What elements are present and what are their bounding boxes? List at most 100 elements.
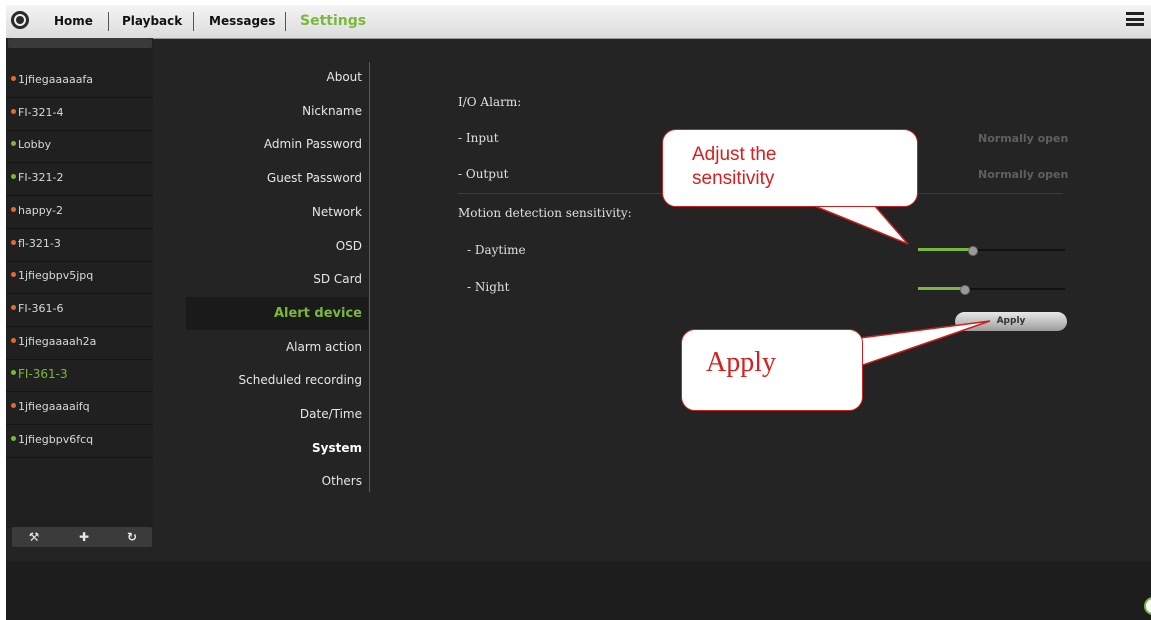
nav-separator xyxy=(108,12,109,31)
nav-settings[interactable]: Settings xyxy=(300,5,366,38)
settings-menu-label: Guest Password xyxy=(266,171,362,186)
night-label: - Night xyxy=(467,280,510,294)
device-name: 1jfiegaaaah2a xyxy=(18,334,97,348)
status-dot-icon xyxy=(11,141,16,147)
nav-separator xyxy=(285,12,286,31)
slider-handle[interactable] xyxy=(959,285,970,295)
status-dot-icon xyxy=(11,76,16,81)
settings-menu-label: Network xyxy=(311,204,362,219)
input-label: - Input xyxy=(458,131,499,145)
device-name: 1jfiegaaaaafa xyxy=(18,73,94,86)
nav-messages[interactable]: Messages xyxy=(209,5,275,38)
apply-callout: Apply xyxy=(681,329,863,411)
settings-menu-label: Others xyxy=(321,474,362,489)
status-dot-icon xyxy=(11,337,16,343)
device-name: 1jfiegaaaaifq xyxy=(18,400,90,413)
device-name: 1jfiegbpv6fcq xyxy=(18,432,94,446)
settings-menu-item[interactable]: Nickname xyxy=(186,95,362,128)
status-dot-icon xyxy=(11,206,16,212)
settings-menu-item[interactable]: Network xyxy=(186,196,362,229)
device-list-item[interactable]: FI-321-2 xyxy=(6,163,153,197)
input-value[interactable]: Normally open xyxy=(978,132,1068,145)
wrench-icon[interactable]: ⚒ xyxy=(26,529,42,545)
night-sensitivity-slider[interactable] xyxy=(918,284,1065,295)
device-name: Lobby xyxy=(18,138,52,152)
settings-menu-label: Alarm action xyxy=(285,339,362,354)
settings-menu-label: Scheduled recording xyxy=(238,373,362,388)
settings-menu-item[interactable]: System xyxy=(186,432,362,465)
device-name: FI-321-4 xyxy=(18,105,64,119)
nav-playback[interactable]: Playback xyxy=(122,5,182,38)
settings-menu-item[interactable]: Date/Time xyxy=(186,398,362,431)
status-dot-icon xyxy=(11,435,16,441)
status-dot-icon xyxy=(11,239,16,245)
daytime-sensitivity-slider[interactable] xyxy=(918,245,1065,256)
status-dot-icon xyxy=(11,304,16,310)
sensitivity-callout-line1: Adjust the xyxy=(692,144,777,165)
device-list-item[interactable]: 1jfiegbpv6fcq xyxy=(6,425,153,458)
device-list-item[interactable]: 1jfiegaaaaafa xyxy=(6,65,153,98)
settings-menu-label: Alert device xyxy=(273,305,362,321)
app-window: Home Playback Messages Settings 1jfiegaa… xyxy=(6,5,1151,620)
settings-menu-label: SD Card xyxy=(313,272,362,287)
nav-home[interactable]: Home xyxy=(54,5,93,38)
settings-menu-item[interactable]: Scheduled recording xyxy=(186,364,362,397)
settings-menu-label: Admin Password xyxy=(263,137,362,152)
device-list-item[interactable]: FI-321-4 xyxy=(6,98,153,131)
device-list: 1jfiegaaaaafa FI-321-4 Lobby FI-321-2 happy-… xyxy=(6,38,153,547)
settings-menu-item[interactable]: Guest Password xyxy=(186,162,362,195)
hamburger-menu-icon[interactable] xyxy=(1126,12,1144,26)
device-list-item[interactable]: happy-2 xyxy=(6,196,153,229)
plus-icon[interactable]: ✚ xyxy=(76,529,92,545)
settings-menu-item[interactable]: About xyxy=(186,61,362,94)
apply-button[interactable]: Apply xyxy=(955,312,1067,331)
device-list-item[interactable]: fl-321-3 xyxy=(6,229,153,262)
device-list-item[interactable]: Lobby xyxy=(6,130,153,164)
settings-menu-item[interactable]: SD Card xyxy=(186,263,362,296)
status-dot-icon xyxy=(11,370,16,376)
status-dot-icon xyxy=(11,403,16,408)
settings-menu-label: About xyxy=(326,70,362,84)
settings-menu-item[interactable]: OSD xyxy=(186,230,362,263)
output-value[interactable]: Normally open xyxy=(978,168,1068,181)
motion-sensitivity-label: Motion detection sensitivity: xyxy=(458,206,632,220)
device-name: 1jfiegbpv5jpq xyxy=(18,269,94,283)
daytime-label: - Daytime xyxy=(467,243,526,257)
apply-callout-text: Apply xyxy=(706,347,776,378)
settings-menu-label: Nickname xyxy=(302,103,362,118)
refresh-icon[interactable]: ↻ xyxy=(124,529,140,545)
top-nav-bar: Home Playback Messages Settings xyxy=(6,5,1151,39)
sensitivity-callout-line2: sensitivity xyxy=(692,168,775,189)
device-toolbar: ⚒ ✚ ↻ xyxy=(12,527,152,547)
device-list-item[interactable]: FI-361-6 xyxy=(6,294,153,327)
output-label: - Output xyxy=(458,167,509,181)
device-list-item[interactable]: 1jfiegaaaaifq xyxy=(6,392,153,425)
settings-menu-label: OSD xyxy=(335,238,362,253)
footer-bar xyxy=(6,561,1151,620)
device-name: FI-321-2 xyxy=(18,171,64,185)
settings-menu-item[interactable]: Others xyxy=(186,465,362,498)
app-logo-icon xyxy=(11,11,29,29)
io-alarm-label: I/O Alarm: xyxy=(458,95,522,109)
status-dot-icon xyxy=(11,272,16,278)
nav-separator xyxy=(193,12,194,31)
settings-menu-label: System xyxy=(312,440,362,455)
status-dot-icon xyxy=(11,174,16,180)
sensitivity-callout: Adjust the sensitivity xyxy=(662,129,918,207)
device-name: happy-2 xyxy=(18,203,63,217)
settings-menu: About Nickname Admin Password Guest Passwor… xyxy=(186,62,370,492)
slider-handle[interactable] xyxy=(968,246,979,256)
settings-menu-item[interactable]: Alert device xyxy=(186,296,368,330)
device-list-scrollbar[interactable] xyxy=(8,38,152,48)
settings-menu-item[interactable]: Alarm action xyxy=(186,331,362,364)
device-list-item[interactable]: 1jfiegaaaah2a xyxy=(6,327,153,360)
device-name: FI-361-6 xyxy=(18,301,64,315)
device-name: fl-321-3 xyxy=(18,236,61,250)
device-list-item[interactable]: FI-361-3 xyxy=(6,359,153,393)
device-name: FI-361-3 xyxy=(18,367,68,382)
settings-menu-item[interactable]: Admin Password xyxy=(186,128,362,161)
alert-device-panel: I/O Alarm: - Input Normally open - Outpu… xyxy=(369,38,1151,561)
device-list-item[interactable]: 1jfiegbpv5jpq xyxy=(6,261,153,295)
status-dot-icon xyxy=(11,108,16,114)
settings-menu-label: Date/Time xyxy=(299,407,362,421)
